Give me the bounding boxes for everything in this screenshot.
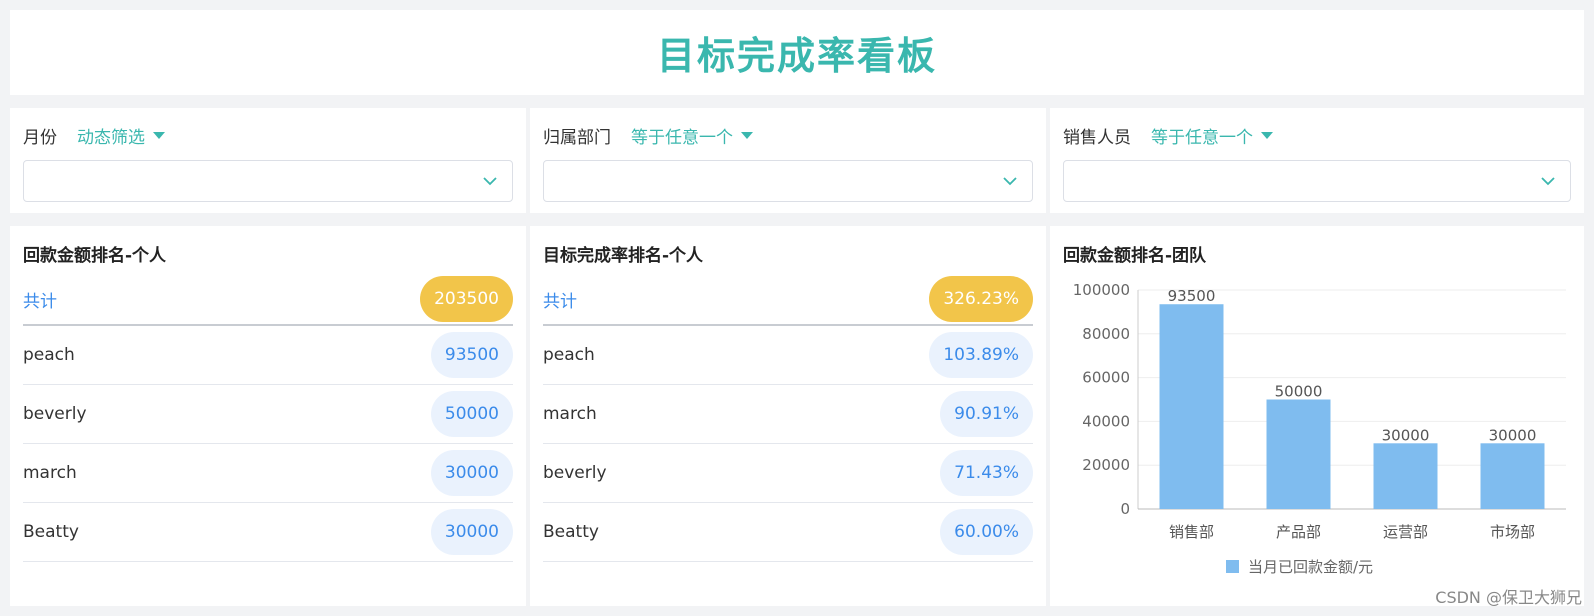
chevron-down-icon <box>483 177 497 186</box>
y-tick-label: 80000 <box>1082 325 1130 343</box>
filter-label: 归属部门 <box>543 127 611 148</box>
x-tick-label: 市场部 <box>1490 523 1535 541</box>
dashboard-header: 目标完成率看板 <box>10 10 1584 95</box>
bar <box>1373 443 1438 509</box>
filter-mode-dropdown[interactable]: 动态筛选 <box>77 123 165 148</box>
bar <box>1266 399 1331 509</box>
table-row: beverly 71.43% <box>543 444 1033 503</box>
table-row: Beatty 60.00% <box>543 503 1033 562</box>
rank-value-badge: 90.91% <box>940 391 1033 437</box>
data-label: 30000 <box>1382 426 1430 444</box>
rank-name: Beatty <box>543 522 599 542</box>
x-tick-label: 销售部 <box>1169 523 1214 541</box>
rank-name: peach <box>543 345 595 365</box>
rank-name: march <box>23 463 77 483</box>
y-tick-label: 60000 <box>1082 369 1130 387</box>
rank-value-badge: 50000 <box>430 391 513 437</box>
y-tick-label: 20000 <box>1082 456 1130 474</box>
rank-name: Beatty <box>23 522 79 542</box>
panel-title: 回款金额排名-团队 <box>1063 245 1207 266</box>
data-label: 50000 <box>1275 383 1323 401</box>
filter-mode-label: 动态筛选 <box>77 127 145 148</box>
panel-title: 回款金额排名-个人 <box>23 245 167 266</box>
table-row: peach 103.89% <box>543 326 1033 385</box>
rank-value-badge: 71.43% <box>940 450 1033 496</box>
table-row: march 90.91% <box>543 385 1033 444</box>
caret-down-icon <box>1261 131 1273 139</box>
watermark: CSDN @保卫大狮兄 <box>1435 588 1582 607</box>
total-row: 共计 203500 <box>23 274 513 326</box>
total-label: 共计 <box>543 291 577 312</box>
total-row: 共计 326.23% <box>543 274 1033 326</box>
rank-name: beverly <box>543 463 607 483</box>
data-label: 30000 <box>1489 426 1537 444</box>
table-row: Beatty 30000 <box>23 503 513 562</box>
filter-label: 月份 <box>23 127 57 148</box>
rank-value-badge: 93500 <box>430 332 513 378</box>
y-tick-label: 100000 <box>1073 281 1130 299</box>
rank-value-badge: 103.89% <box>929 332 1033 378</box>
rank-name: march <box>543 404 597 424</box>
filter-salesperson: 销售人员 等于任意一个 <box>1050 108 1584 213</box>
total-badge: 203500 <box>420 276 513 322</box>
filter-month: 月份 动态筛选 <box>10 108 526 213</box>
rank-name: beverly <box>23 404 87 424</box>
salesperson-select[interactable] <box>1063 160 1571 202</box>
month-select[interactable] <box>23 160 513 202</box>
department-select[interactable] <box>543 160 1033 202</box>
bar <box>1480 443 1545 509</box>
y-tick-label: 0 <box>1120 500 1130 518</box>
filter-mode-dropdown[interactable]: 等于任意一个 <box>631 123 753 148</box>
chevron-down-icon <box>1541 177 1555 186</box>
page-title: 目标完成率看板 <box>656 34 937 78</box>
bar <box>1159 304 1224 509</box>
filter-mode-label: 等于任意一个 <box>1151 127 1253 148</box>
legend-label: 当月已回款金额/元 <box>1248 558 1373 576</box>
team-bar-chart: 0 20000 40000 60000 80000 100000 93500 销售部 50000… <box>1073 281 1566 576</box>
data-label: 93500 <box>1168 287 1216 305</box>
amount-ranking-panel: 回款金额排名-个人 共计 203500 peach 93500 beverly … <box>10 226 526 606</box>
table-row: beverly 50000 <box>23 385 513 444</box>
filter-department: 归属部门 等于任意一个 <box>530 108 1046 213</box>
filter-mode-dropdown[interactable]: 等于任意一个 <box>1151 123 1273 148</box>
rank-value-badge: 30000 <box>430 450 513 496</box>
y-tick-label: 40000 <box>1082 412 1130 430</box>
chevron-down-icon <box>1003 177 1017 186</box>
panel-title: 目标完成率排名-个人 <box>543 245 704 266</box>
rank-name: peach <box>23 345 75 365</box>
legend-swatch <box>1226 560 1239 573</box>
caret-down-icon <box>153 131 165 139</box>
x-tick-label: 运营部 <box>1383 523 1428 541</box>
team-ranking-panel: 回款金额排名-团队 0 20000 40000 60000 80000 100000 935… <box>1050 226 1584 606</box>
filter-mode-label: 等于任意一个 <box>631 127 733 148</box>
total-label: 共计 <box>23 291 57 312</box>
rank-value-badge: 60.00% <box>940 509 1033 555</box>
filter-label: 销售人员 <box>1063 127 1131 148</box>
x-tick-label: 产品部 <box>1276 523 1321 541</box>
total-badge: 326.23% <box>929 276 1033 322</box>
caret-down-icon <box>741 131 753 139</box>
table-row: march 30000 <box>23 444 513 503</box>
table-row: peach 93500 <box>23 326 513 385</box>
rate-ranking-panel: 目标完成率排名-个人 共计 326.23% peach 103.89% marc… <box>530 226 1046 606</box>
rank-value-badge: 30000 <box>430 509 513 555</box>
